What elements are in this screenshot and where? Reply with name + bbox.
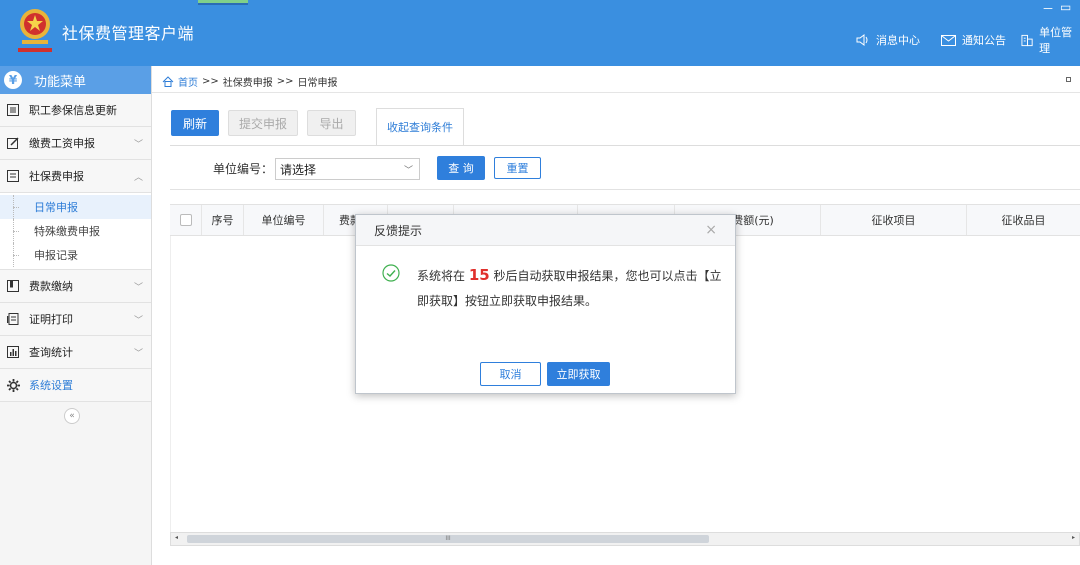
notice-label: 通知公告 — [962, 34, 1006, 47]
dialog-message: 系统将在 15 秒后自动获取申报结果，您也可以点击【立即获取】按钮立即获取申报结… — [417, 263, 727, 314]
column-header: 单位编号 — [244, 205, 324, 235]
breadcrumb: 首页 >> 社保费申报 >> 日常申报 — [162, 74, 338, 89]
sub-item-label: 申报记录 — [34, 249, 78, 262]
scroll-right-icon[interactable]: ▸ — [1072, 534, 1075, 541]
sub-item-declare-record[interactable]: 申报记录 — [0, 243, 151, 267]
breadcrumb-separator: >> — [276, 76, 294, 87]
success-check-icon — [382, 264, 400, 282]
unit-manage-label: 单位管理 — [1039, 26, 1073, 55]
cancel-button[interactable]: 取消 — [480, 362, 541, 386]
breadcrumb-divider — [152, 92, 1080, 93]
notice-link[interactable]: 通知公告 — [941, 32, 1006, 48]
sidebar-collapse-button[interactable]: « — [64, 408, 80, 424]
sidebar-item-social-fee[interactable]: 社保费申报 ︿ — [0, 160, 151, 193]
gear-icon — [6, 378, 20, 392]
home-icon — [162, 76, 174, 87]
chevron-down-icon: ﹀ — [133, 283, 143, 293]
national-emblem-icon — [18, 9, 52, 52]
column-header: 征收项目 — [821, 205, 967, 235]
top-tab-indicator — [198, 0, 248, 5]
speaker-icon — [856, 34, 868, 46]
chevron-down-icon: ﹀ — [133, 316, 143, 326]
chevron-down-icon: ﹀ — [403, 166, 413, 176]
sidebar-item-settings[interactable]: 系统设置 — [0, 369, 151, 402]
scroll-left-icon[interactable]: ◂ — [175, 534, 178, 541]
sidebar-item-label: 证明打印 — [29, 313, 73, 326]
menu-title-label: 功能菜单 — [34, 74, 87, 90]
chevron-up-icon: ︿ — [133, 173, 143, 183]
close-icon[interactable]: × — [705, 222, 717, 238]
doc-icon — [6, 169, 20, 183]
unit-number-value: 请选择 — [280, 162, 317, 177]
chevron-down-icon: ﹀ — [133, 349, 143, 359]
column-header: 序号 — [202, 205, 244, 235]
chart-icon — [6, 345, 20, 359]
select-all-checkbox[interactable] — [179, 214, 192, 226]
refresh-button[interactable]: 刷新 — [171, 110, 219, 136]
sidebar-item-label: 职工参保信息更新 — [29, 104, 117, 117]
sidebar-item-label: 费款缴纳 — [29, 280, 73, 293]
dialog-title: 反馈提示 — [356, 215, 735, 246]
breadcrumb-home[interactable]: 首页 — [178, 74, 198, 89]
sub-item-label: 日常申报 — [34, 201, 78, 214]
unit-manage-link[interactable]: 单位管理 — [1021, 26, 1080, 55]
breadcrumb-level1: 社保费申报 — [222, 78, 273, 89]
sidebar-item-payment[interactable]: 费款缴纳 ﹀ — [0, 270, 151, 303]
search-button[interactable]: 查 询 — [437, 156, 485, 180]
unit-number-select[interactable]: 请选择 ﹀ — [275, 158, 420, 180]
scroll-thumb[interactable]: III — [187, 535, 709, 543]
sidebar-item-wage-declare[interactable]: 缴费工资申报 ﹀ — [0, 127, 151, 160]
submenu-social-fee: 日常申报 特殊缴费申报 申报记录 — [0, 193, 151, 270]
sub-item-special-declare[interactable]: 特殊缴费申报 — [0, 219, 151, 243]
minimize-button[interactable]: － — [1042, 0, 1054, 17]
sidebar-item-query-stats[interactable]: 查询统计 ﹀ — [0, 336, 151, 369]
app-title: 社保费管理客户端 — [62, 24, 195, 43]
maximize-button[interactable]: ▭ — [1060, 0, 1071, 14]
sidebar-item-staff-info[interactable]: 职工参保信息更新 — [0, 94, 151, 127]
feedback-dialog: 反馈提示 × 系统将在 15 秒后自动获取申报结果，您也可以点击【立即获取】按钮… — [355, 214, 736, 394]
mail-icon — [941, 34, 956, 46]
list-icon — [6, 103, 20, 117]
edit-icon — [6, 136, 20, 150]
select-all-cell — [170, 205, 202, 235]
book-icon — [6, 279, 20, 293]
unit-number-label: 单位编号： — [213, 162, 274, 176]
sidebar-item-label: 缴费工资申报 — [29, 137, 95, 150]
print-icon — [6, 312, 20, 326]
message-center-link[interactable]: 消息中心 — [856, 32, 920, 48]
sidebar-item-label: 社保费申报 — [29, 170, 84, 183]
submit-declare-button[interactable]: 提交申报 — [228, 110, 298, 136]
sidebar: ¥ 功能菜单 职工参保信息更新 缴费工资申报 ﹀ 社保费申报 ︿ 日常申报 特殊… — [0, 66, 152, 565]
chevron-down-icon: ﹀ — [133, 140, 143, 150]
breadcrumb-separator: >> — [202, 76, 219, 87]
sidebar-item-label: 系统设置 — [29, 379, 73, 392]
building-icon — [1021, 34, 1033, 46]
yen-icon: ¥ — [4, 71, 22, 89]
dialog-text-before: 系统将在 — [417, 269, 469, 283]
collapse-query-tab[interactable]: 收起查询条件 — [376, 108, 464, 146]
sub-item-daily-declare[interactable]: 日常申报 — [0, 195, 151, 219]
column-header: 征收品目 — [1001, 214, 1046, 227]
page-options-icon[interactable] — [1066, 77, 1071, 82]
countdown-seconds: 15 — [468, 266, 490, 284]
horizontal-scrollbar[interactable]: ◂ III ▸ — [170, 532, 1080, 546]
message-center-label: 消息中心 — [876, 34, 920, 47]
export-button[interactable]: 导出 — [307, 110, 356, 136]
app-header: 社保费管理客户端 消息中心 通知公告 单位管理 － ▭ — [0, 0, 1080, 66]
reset-button[interactable]: 重置 — [494, 157, 541, 179]
sidebar-item-label: 查询统计 — [29, 346, 73, 359]
menu-title: ¥ 功能菜单 — [0, 66, 151, 94]
breadcrumb-level2: 日常申报 — [297, 78, 338, 89]
sub-item-label: 特殊缴费申报 — [34, 225, 100, 238]
sidebar-item-cert-print[interactable]: 证明打印 ﹀ — [0, 303, 151, 336]
fetch-now-button[interactable]: 立即获取 — [547, 362, 610, 386]
